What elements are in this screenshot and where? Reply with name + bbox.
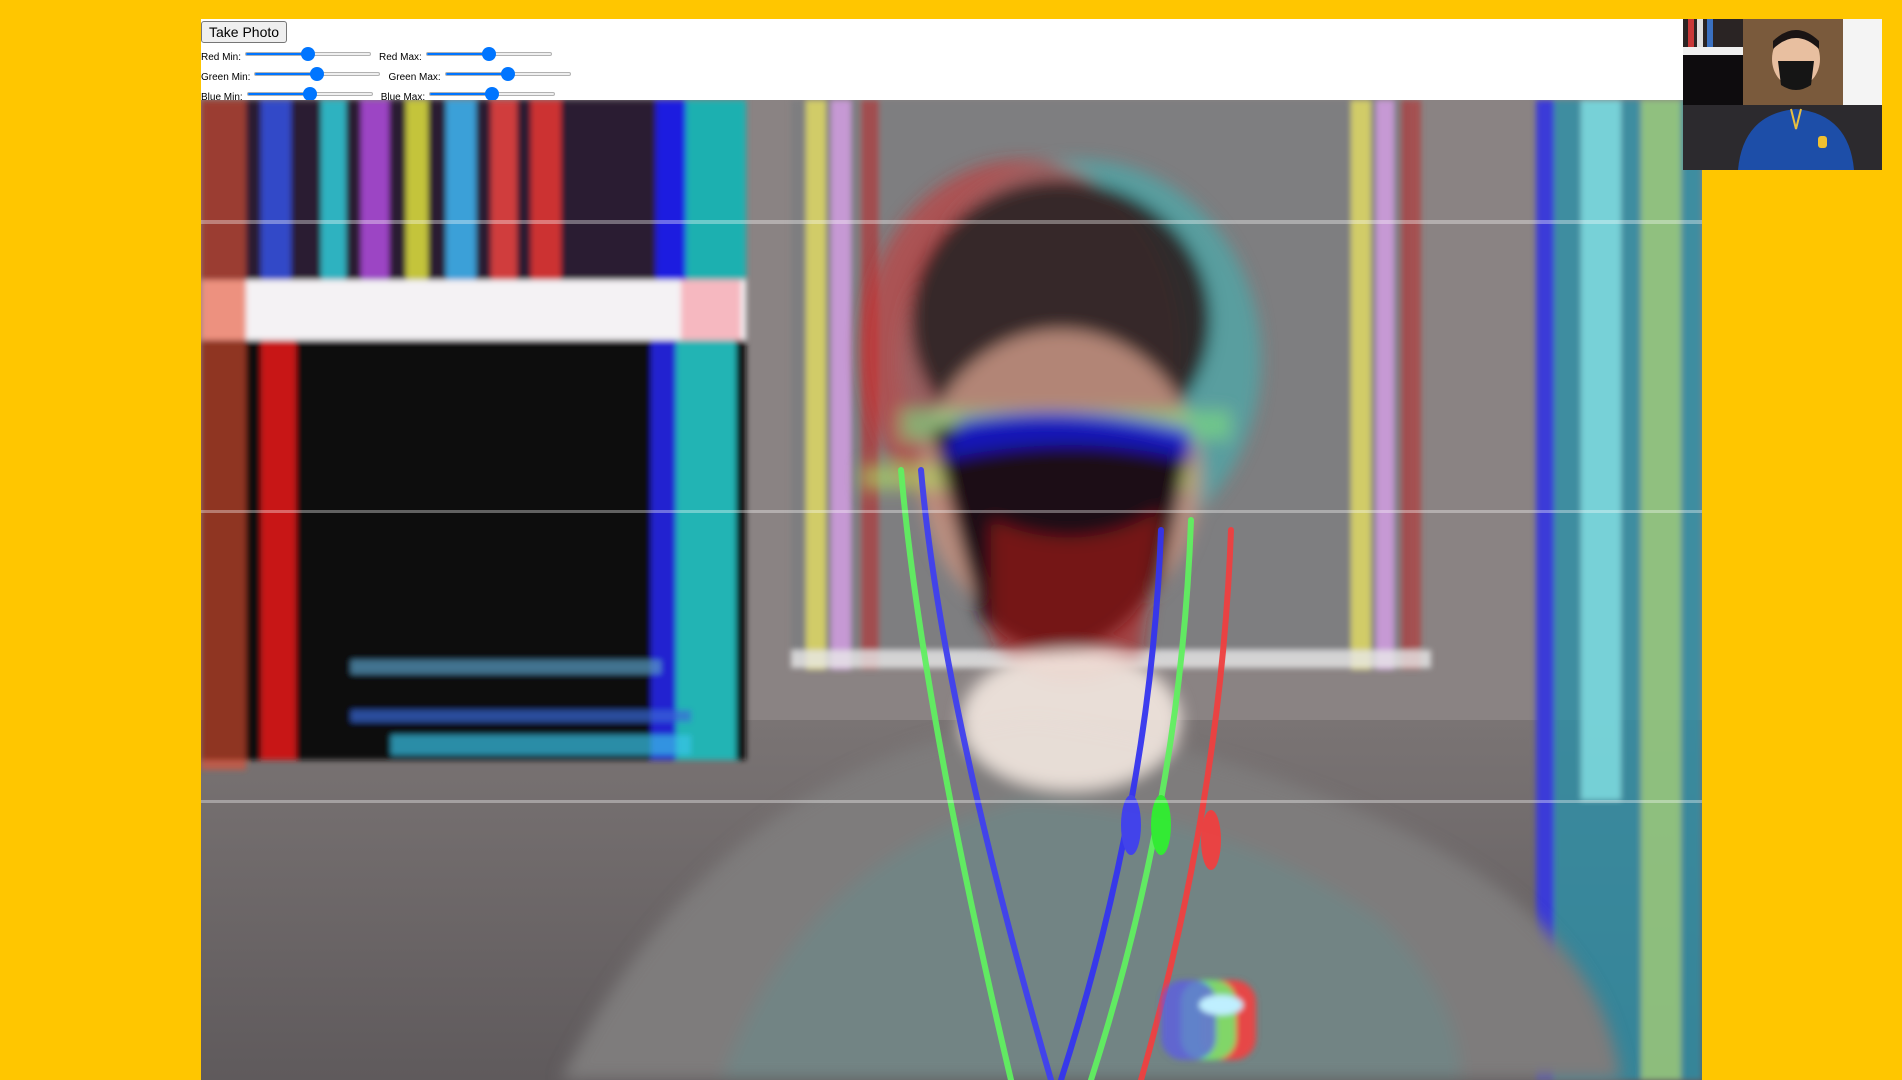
red-max-slider[interactable]: [425, 47, 552, 61]
red-min-slider[interactable]: [245, 47, 372, 61]
green-min-label: Green Min:: [201, 71, 251, 83]
slider-thumb[interactable]: [485, 87, 500, 101]
video-canvas: [201, 100, 1702, 1080]
red-max-label: Red Max:: [379, 51, 422, 63]
slider-row-2: Green Min: Green Max:: [201, 65, 579, 83]
slider-thumb[interactable]: [310, 67, 325, 81]
blue-min-slider[interactable]: [246, 87, 373, 101]
green-max-label: Green Max:: [388, 71, 441, 83]
green-min-slider[interactable]: [254, 67, 381, 81]
slider-thumb[interactable]: [481, 47, 496, 61]
webcam-preview: [1683, 19, 1882, 170]
slider-thumb[interactable]: [500, 67, 515, 81]
glitch-video-frame: [201, 100, 1702, 1080]
slider-thumb[interactable]: [302, 87, 317, 101]
webcam-preview-image: [1683, 19, 1882, 170]
green-max-slider[interactable]: [444, 67, 571, 81]
blue-max-slider[interactable]: [429, 87, 556, 101]
slider-thumb[interactable]: [301, 47, 316, 61]
controls-panel: Take Photo Red Min: Red Max: Green Min: …: [201, 19, 1683, 103]
slider-row-1: Red Min: Red Max:: [201, 45, 560, 63]
page: Take Photo Red Min: Red Max: Green Min: …: [0, 0, 1902, 1080]
take-photo-button[interactable]: Take Photo: [201, 21, 288, 43]
red-min-label: Red Min:: [201, 51, 242, 63]
